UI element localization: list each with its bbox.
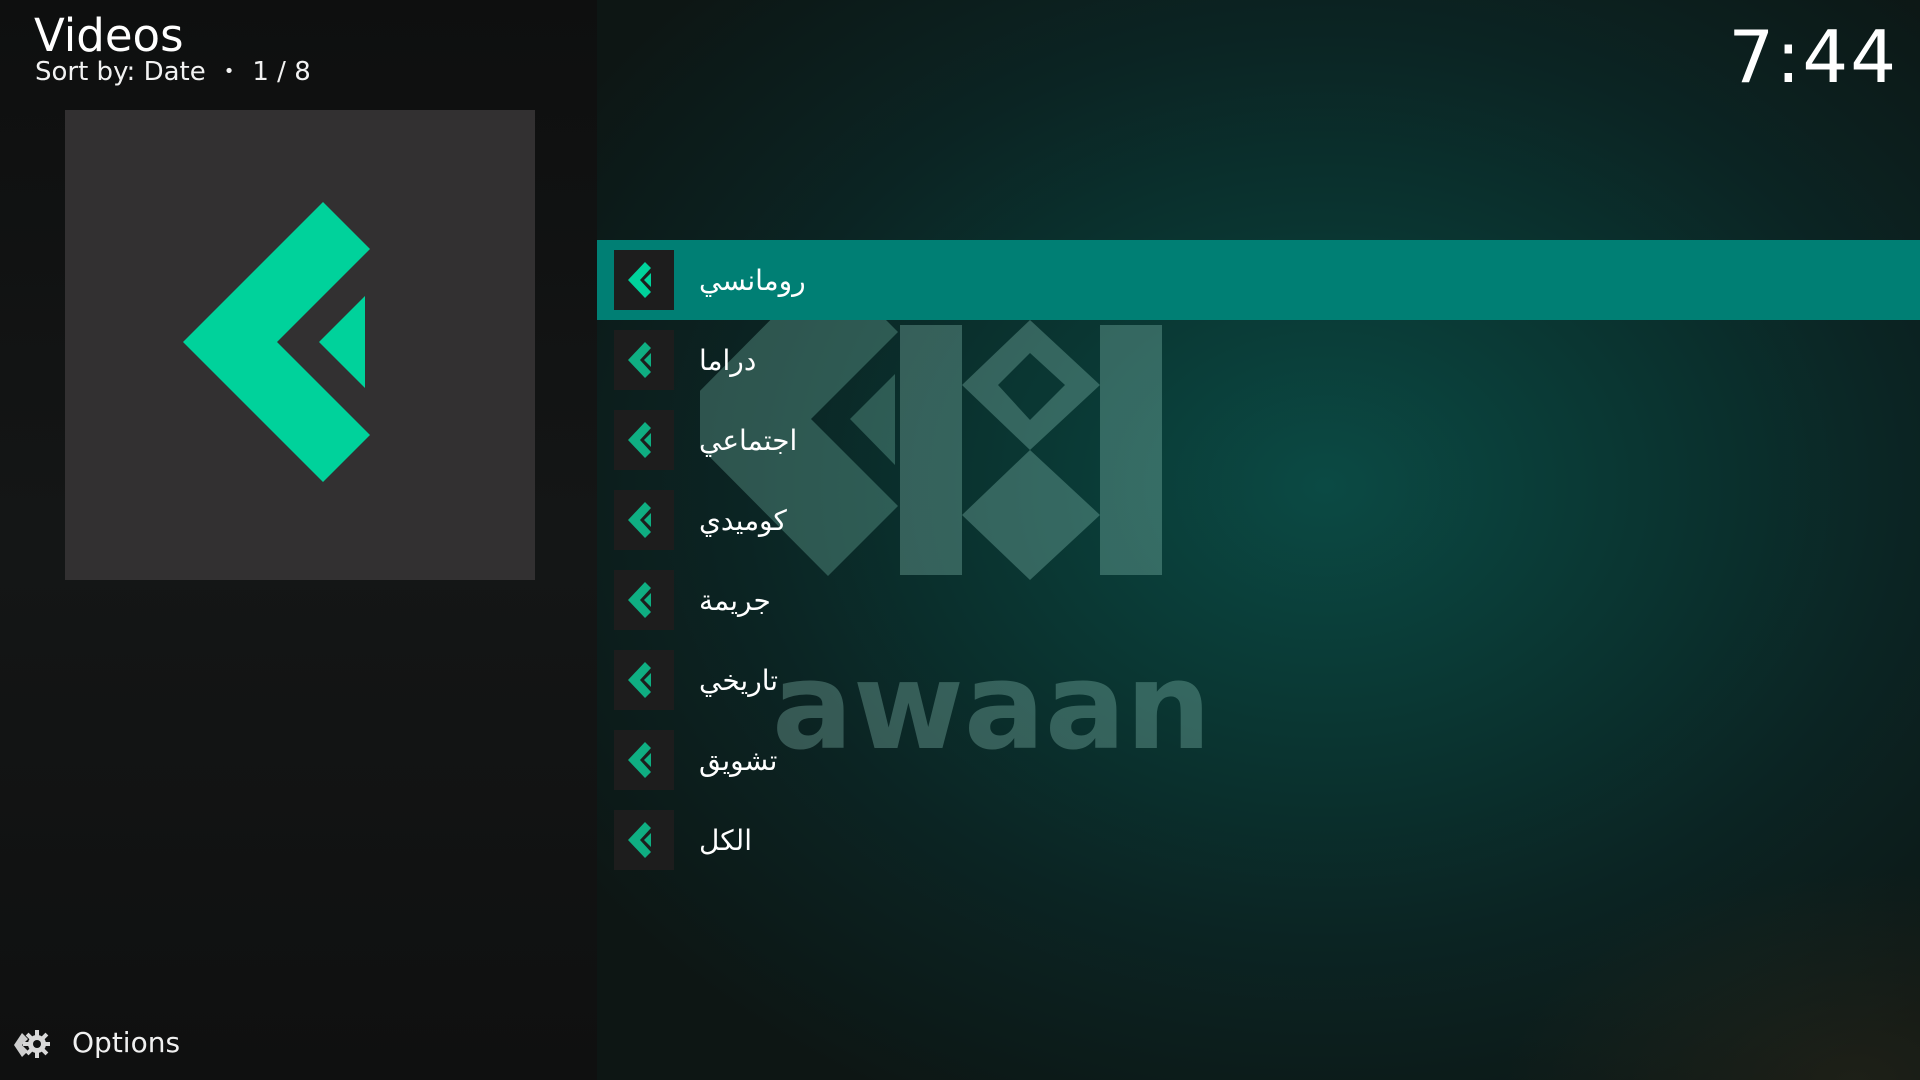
list-item-label: دراما: [699, 343, 757, 377]
awaan-chevron-icon: [614, 410, 674, 470]
video-browser-screen: awaan Videos Sort by: Date • 1 / 8 7:44 …: [0, 0, 1920, 1080]
separator-dot: •: [223, 61, 235, 82]
awaan-chevron-icon: [614, 490, 674, 550]
list-item[interactable]: اجتماعي: [597, 400, 1920, 480]
list-item[interactable]: تاريخي: [597, 640, 1920, 720]
list-item[interactable]: كوميدي: [597, 480, 1920, 560]
list-item-label: تاريخي: [699, 663, 779, 697]
options-label: Options: [72, 1025, 181, 1059]
category-list: رومانسي دراما اجتماعي كوميدي جريمة تاريخي تشوي…: [597, 240, 1920, 880]
awaan-chevron-icon: [614, 730, 674, 790]
list-item-label: رومانسي: [699, 263, 806, 297]
list-item[interactable]: دراما: [597, 320, 1920, 400]
list-item[interactable]: الكل: [597, 800, 1920, 880]
options-button[interactable]: Options: [12, 1022, 180, 1062]
awaan-chevron-icon: [614, 810, 674, 870]
list-item-label: تشويق: [699, 743, 778, 777]
list-item-label: جريمة: [699, 583, 771, 617]
awaan-chevron-logo: [183, 202, 370, 482]
clock: 7:44: [1728, 15, 1898, 99]
list-item[interactable]: رومانسي: [597, 240, 1920, 320]
selected-item-thumbnail: [65, 110, 535, 580]
list-item-label: كوميدي: [699, 503, 787, 537]
sort-info: Sort by: Date • 1 / 8: [35, 56, 311, 88]
options-gear-icon: [14, 1030, 50, 1058]
sort-label[interactable]: Sort by: Date: [35, 56, 206, 88]
awaan-chevron-icon: [614, 570, 674, 630]
item-position: 1 / 8: [252, 57, 311, 87]
list-item[interactable]: جريمة: [597, 560, 1920, 640]
awaan-chevron-icon: [614, 250, 674, 310]
list-item[interactable]: تشويق: [597, 720, 1920, 800]
list-item-label: الكل: [699, 823, 752, 857]
awaan-chevron-icon: [614, 330, 674, 390]
list-item-label: اجتماعي: [699, 423, 798, 457]
awaan-chevron-icon: [614, 650, 674, 710]
